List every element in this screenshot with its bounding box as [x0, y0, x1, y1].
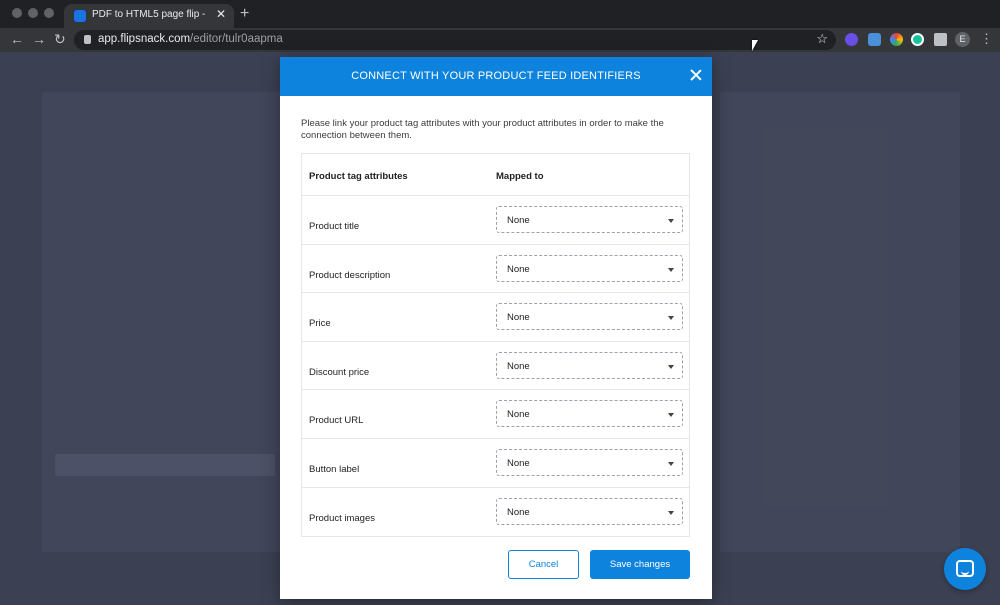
- select-value: None: [507, 506, 530, 518]
- attribute-label: Product URL: [309, 415, 364, 427]
- flipsnack-favicon-icon: [74, 10, 86, 22]
- column-header-mapped: Mapped to: [496, 171, 544, 182]
- table-row: Product title None: [302, 196, 689, 245]
- mouse-cursor-icon: [752, 40, 758, 51]
- attribute-label: Product title: [309, 221, 360, 232]
- mapping-select[interactable]: None: [496, 351, 683, 379]
- chat-icon: [956, 560, 974, 577]
- window-zoom-dot[interactable]: [44, 8, 54, 18]
- mapping-table-header: Product tag attributes Mapped to: [302, 154, 689, 196]
- chevron-down-icon: [668, 219, 674, 223]
- attribute-label: Product description: [309, 269, 391, 281]
- modal-title: CONNECT WITH YOUR PRODUCT FEED IDENTIFIE…: [351, 70, 641, 82]
- tab-close-icon[interactable]: ✕: [216, 7, 226, 21]
- browser-tab[interactable]: PDF to HTML5 page flip - flipb ✕: [64, 4, 234, 28]
- table-row: Product URL None: [302, 390, 689, 439]
- browser-tab-strip: PDF to HTML5 page flip - flipb ✕ +: [0, 0, 1000, 28]
- extension-screen-icon[interactable]: [868, 33, 881, 46]
- chat-widget-button[interactable]: [944, 548, 986, 590]
- select-value: None: [507, 312, 530, 324]
- select-value: None: [507, 457, 530, 469]
- modal-intro-text: Please link your product tag attributes …: [301, 118, 664, 141]
- mapping-table: Product tag attributes Mapped to Product…: [301, 153, 690, 538]
- extensions-puzzle-icon[interactable]: [934, 33, 947, 46]
- profile-avatar[interactable]: E: [955, 32, 970, 47]
- grammarly-icon[interactable]: [911, 33, 924, 46]
- chevron-down-icon: [668, 461, 674, 466]
- mapping-select[interactable]: None: [496, 400, 683, 428]
- back-icon[interactable]: ←: [10, 31, 24, 47]
- select-value: None: [507, 215, 530, 226]
- attribute-label: Product images: [309, 512, 376, 524]
- mapping-select[interactable]: None: [496, 206, 683, 233]
- mapping-select[interactable]: None: [496, 303, 683, 331]
- table-row: Product images None: [302, 488, 689, 537]
- url-text: app.flipsnack.com/editor/tulr0aapma: [98, 33, 283, 45]
- window-minimize-dot[interactable]: [28, 8, 38, 18]
- table-row: Discount price None: [302, 342, 689, 391]
- chevron-down-icon: [668, 510, 674, 515]
- cancel-button[interactable]: Cancel: [508, 550, 579, 579]
- connect-feed-modal: CONNECT WITH YOUR PRODUCT FEED IDENTIFIE…: [280, 57, 712, 599]
- select-value: None: [507, 263, 530, 275]
- forward-icon[interactable]: →: [32, 31, 46, 47]
- mapping-select[interactable]: None: [496, 254, 683, 282]
- chevron-down-icon: [668, 413, 674, 418]
- attribute-label: Button label: [309, 463, 360, 475]
- close-icon[interactable]: [688, 67, 704, 83]
- table-row: Price None: [302, 293, 689, 342]
- mapping-select[interactable]: None: [496, 497, 683, 525]
- attribute-label: Discount price: [309, 366, 370, 378]
- bookmark-star-icon[interactable]: ☆: [816, 31, 828, 47]
- window-close-dot[interactable]: [12, 8, 22, 18]
- url-host: app.flipsnack.com: [98, 33, 191, 45]
- reload-icon[interactable]: ↻: [54, 31, 66, 48]
- table-row: Button label None: [302, 439, 689, 488]
- table-row: Product description None: [302, 245, 689, 294]
- url-path: /editor/tulr0aapma: [190, 33, 283, 45]
- address-bar[interactable]: app.flipsnack.com/editor/tulr0aapma ☆: [74, 30, 836, 50]
- tab-title: PDF to HTML5 page flip - flipb: [92, 9, 208, 20]
- browser-menu-icon[interactable]: ⋮: [980, 31, 993, 47]
- column-header-attributes: Product tag attributes: [309, 171, 408, 182]
- new-tab-icon[interactable]: +: [240, 5, 249, 23]
- chevron-down-icon: [668, 316, 674, 321]
- modal-header: CONNECT WITH YOUR PRODUCT FEED IDENTIFIE…: [280, 57, 712, 96]
- extension-purple-icon[interactable]: [845, 33, 858, 46]
- select-value: None: [507, 360, 530, 372]
- extension-color-icon[interactable]: [890, 33, 903, 46]
- lock-icon: [84, 35, 91, 44]
- mapping-select[interactable]: None: [496, 448, 683, 476]
- select-value: None: [507, 409, 530, 421]
- save-changes-button[interactable]: Save changes: [590, 550, 690, 579]
- browser-toolbar: ← → ↻ app.flipsnack.com/editor/tulr0aapm…: [0, 28, 1000, 52]
- chevron-down-icon: [668, 364, 674, 369]
- attribute-label: Price: [309, 318, 331, 330]
- chevron-down-icon: [668, 267, 674, 272]
